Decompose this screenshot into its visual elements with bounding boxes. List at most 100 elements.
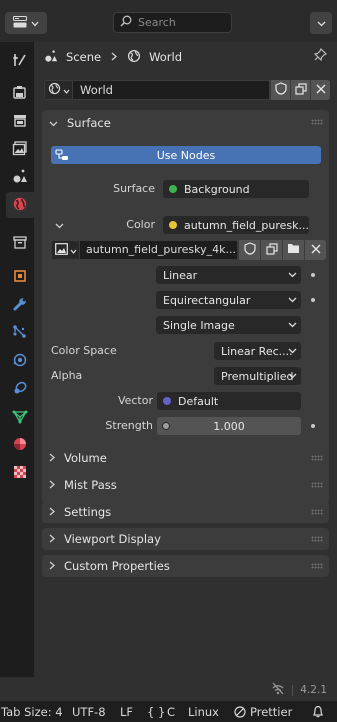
physics-orbit-icon [12,352,28,371]
duplicate-button[interactable] [290,80,310,100]
color-space-dropdown[interactable]: Linear Rec.... [214,342,301,360]
color-socket-icon [169,221,177,229]
search-icon [120,15,132,30]
eol-indicator[interactable]: LF [120,705,133,719]
panel-title: Surface [67,115,111,130]
drag-grip-icon[interactable] [311,119,323,125]
bell-icon[interactable] [312,705,324,721]
keyframe-dot-icon[interactable] [311,298,315,302]
data-tab[interactable] [6,404,34,430]
keyframe-dot-icon[interactable] [311,273,315,277]
strength-slider[interactable]: 1.000 [157,417,301,435]
shader-socket-icon [169,185,177,193]
source-dropdown[interactable]: Single Image [156,316,301,334]
shield-icon [274,82,287,98]
panel-title: Viewport Display [64,532,161,546]
mesh-data-icon [12,408,28,427]
alpha-dropdown[interactable]: Premultiplied [214,367,301,385]
physics-tab[interactable] [6,348,34,374]
viewport-display-panel-header[interactable]: Viewport Display [42,528,329,550]
drag-grip-icon[interactable] [311,563,323,569]
scene-tab[interactable] [6,164,34,190]
settings-panel-header[interactable]: Settings [42,501,329,523]
collection-box-icon [12,234,28,253]
color-input-value: autumn_field_puresk... [183,218,309,232]
pin-icon[interactable] [313,47,328,64]
browse-world-button[interactable] [44,80,73,100]
chevron-right-icon [49,451,55,465]
drag-grip-icon[interactable] [311,509,323,515]
keyframe-dot-icon[interactable] [311,424,315,428]
world-icon [12,196,28,215]
fake-user-button[interactable] [270,80,290,100]
chevron-down-icon [49,116,58,130]
surface-shader-field[interactable]: Background [163,180,309,198]
chevron-right-icon [49,559,55,573]
search-input[interactable]: Search [113,12,232,33]
source-value: Single Image [163,318,235,332]
collection-tab[interactable] [6,230,34,256]
use-nodes-button[interactable]: Use Nodes [51,146,321,164]
output-tab[interactable] [6,108,34,134]
material-sphere-icon [12,436,28,455]
material-tab[interactable] [6,432,34,458]
vector-input-value: Default [178,394,219,408]
node-tree-icon [55,148,69,165]
fake-user-button[interactable] [238,240,260,260]
mist-pass-panel[interactable]: Mist Pass [42,474,329,496]
projection-dropdown[interactable]: Equirectangular [156,291,301,309]
browse-image-button[interactable] [51,240,80,260]
breadcrumb: Scene World [44,46,182,68]
language-indicator[interactable]: C [167,705,175,719]
chevron-down-icon [288,345,297,358]
object-tab[interactable] [6,264,34,290]
editor-type-button[interactable] [5,12,47,34]
encoding-indicator[interactable]: UTF-8 [72,705,106,719]
color-space-label: Color Space [51,344,117,357]
color-space-value: Linear Rec.... [221,344,293,358]
constraints-tab[interactable] [6,376,34,402]
prettier-indicator[interactable]: Prettier [250,705,292,719]
image-name-field[interactable]: autumn_field_puresky_4k.... [80,240,238,260]
mist-pass-panel-header[interactable]: Mist Pass [42,474,329,496]
particles-tab[interactable] [6,320,34,346]
surface-shader-value: Background [184,182,250,196]
chevron-right-icon [111,50,118,64]
view-layer-tab[interactable] [6,136,34,162]
alpha-label: Alpha [51,369,83,382]
open-file-button[interactable] [282,240,304,260]
duplicate-button[interactable] [260,240,282,260]
vector-input-field[interactable]: Default [157,392,301,410]
options-menu-button[interactable] [310,12,332,34]
folder-icon [287,243,300,257]
interpolation-dropdown[interactable]: Linear [156,266,301,284]
network-off-icon [271,682,285,698]
render-tab[interactable] [6,80,34,106]
custom-properties-panel-header[interactable]: Custom Properties [42,555,329,577]
chevron-down-icon [70,244,77,257]
version-label: 4.2.1 [300,684,327,696]
texture-tab[interactable] [6,460,34,486]
vector-label: Vector [117,394,153,407]
panel-title: Volume [64,451,107,465]
drag-grip-icon[interactable] [311,482,323,488]
drag-grip-icon[interactable] [311,455,323,461]
volume-panel[interactable]: Volume [42,447,329,469]
unlink-button[interactable] [310,80,330,100]
drag-grip-icon[interactable] [311,536,323,542]
modifiers-tab[interactable] [6,292,34,318]
unlink-button[interactable] [304,240,326,260]
version-info: | 4.2.1 [271,682,327,698]
world-name-field[interactable]: World [73,80,270,100]
world-tab[interactable] [6,192,34,218]
custom-properties-panel[interactable]: Custom Properties [42,555,329,577]
tab-size-indicator[interactable]: Tab Size: 4 [1,705,63,719]
editor-status-bar: Tab Size: 4 UTF-8 LF { } C Linux Prettie… [0,701,337,722]
viewport-display-panel[interactable]: Viewport Display [42,528,329,550]
settings-panel[interactable]: Settings [42,501,329,523]
surface-panel-header[interactable]: Surface [42,110,329,135]
volume-panel-header[interactable]: Volume [42,447,329,469]
color-input-field[interactable]: autumn_field_puresk... [163,216,309,234]
tool-tab[interactable] [6,48,34,74]
os-indicator[interactable]: Linux [188,705,219,719]
